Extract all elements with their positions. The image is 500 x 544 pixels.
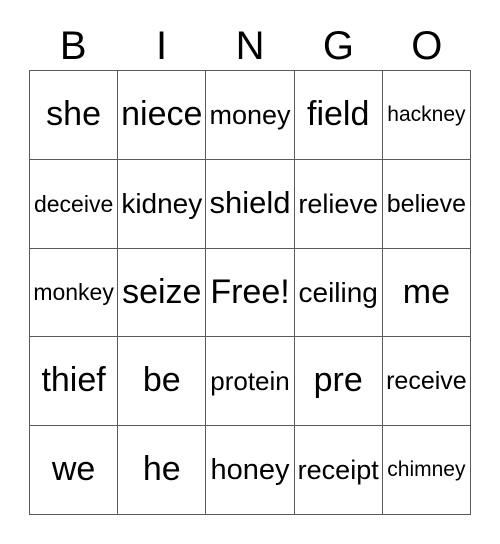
bingo-cell-label: we [51, 450, 96, 489]
bingo-cell[interactable]: be [118, 337, 207, 427]
bingo-cell-label: thief [41, 361, 106, 400]
bingo-cell[interactable]: she [30, 71, 119, 160]
bingo-cell-label: ceiling [298, 276, 378, 308]
bingo-header-letter-b: B [29, 22, 117, 70]
bingo-cell[interactable]: field [294, 71, 383, 160]
bingo-grid: she niece money field hackney deceive ki… [29, 70, 471, 515]
header-letter-text: I [156, 24, 168, 68]
bingo-cell-label: believe [386, 189, 466, 218]
bingo-cell[interactable]: money [206, 71, 295, 160]
bingo-cell[interactable]: hackney [382, 71, 471, 160]
bingo-cell[interactable]: we [30, 426, 119, 515]
bingo-cell[interactable]: relieve [294, 159, 383, 249]
bingo-cell[interactable]: ceiling [294, 248, 383, 338]
header-letter-text: N [235, 24, 265, 68]
bingo-cell-label: deceive [33, 190, 114, 217]
bingo-cell-label: receipt [297, 454, 379, 485]
bingo-cell[interactable]: monkey [30, 248, 119, 338]
bingo-cell-label: money [209, 99, 291, 130]
bingo-cell[interactable]: seize [118, 248, 207, 338]
bingo-header-letter-n: N [206, 22, 294, 70]
bingo-cell-label: monkey [33, 279, 114, 306]
bingo-cell-free-space[interactable]: Free! [206, 248, 295, 338]
bingo-cell-label: field [307, 95, 370, 134]
header-letter-text: B [59, 24, 87, 68]
bingo-cell-label: relieve [298, 188, 378, 219]
bingo-cell-label: be [142, 361, 181, 400]
bingo-cell[interactable]: receipt [294, 426, 383, 515]
bingo-cell[interactable]: believe [382, 159, 471, 249]
bingo-cell[interactable]: kidney [118, 159, 207, 249]
bingo-cell[interactable]: chimney [382, 426, 471, 515]
bingo-cell[interactable]: thief [30, 337, 119, 427]
bingo-cell[interactable]: he [118, 426, 207, 515]
bingo-cell-label: pre [313, 361, 363, 400]
bingo-cell[interactable]: shield [206, 159, 295, 249]
bingo-cell-label: kidney [121, 188, 203, 219]
bingo-header-letter-g: G [294, 22, 382, 70]
bingo-cell-label: hackney [387, 102, 466, 126]
bingo-cell-label: protein [210, 365, 290, 396]
bingo-cell-label: seize [122, 272, 202, 311]
header-letter-text: O [411, 24, 443, 68]
bingo-cell[interactable]: me [382, 248, 471, 338]
bingo-header-letter-o: O [383, 22, 471, 70]
bingo-cell[interactable]: deceive [30, 159, 119, 249]
bingo-cell[interactable]: niece [118, 71, 207, 160]
header-letter-text: G [322, 24, 354, 68]
bingo-cell[interactable]: honey [206, 426, 295, 515]
bingo-cell-label: honey [210, 453, 290, 486]
bingo-cell-label: chimney [387, 458, 466, 482]
bingo-cell[interactable]: pre [294, 337, 383, 427]
bingo-cell-label: niece [121, 95, 203, 134]
bingo-cell-label: shield [209, 185, 291, 221]
bingo-cell-label: me [402, 272, 450, 311]
bingo-cell-label: Free! [210, 272, 290, 311]
bingo-cell-label: receive [386, 367, 467, 396]
bingo-cell-label: she [46, 95, 101, 134]
bingo-cell-label: he [142, 450, 181, 489]
bingo-header-row: B I N G O [29, 22, 471, 70]
bingo-header-letter-i: I [117, 22, 205, 70]
bingo-cell[interactable]: protein [206, 337, 295, 427]
bingo-card: B I N G O she niece money field hackney [0, 0, 500, 544]
bingo-cell[interactable]: receive [382, 337, 471, 427]
